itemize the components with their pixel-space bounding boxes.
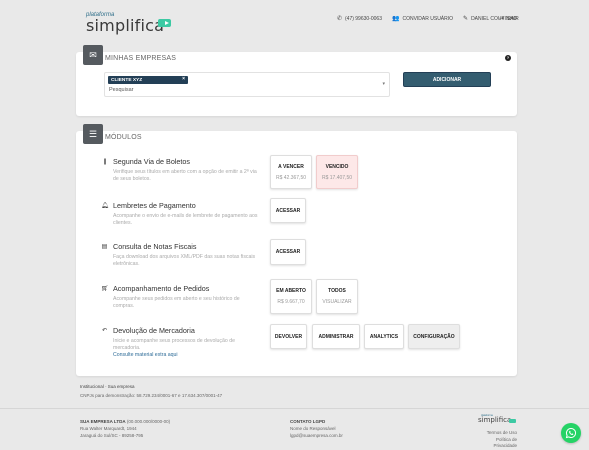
tile-a-vencer[interactable]: A VENCER R$ 42.367,50	[270, 155, 312, 189]
company-select[interactable]: CLIENTE XYZ × Pesquisar ▾	[104, 72, 390, 97]
tile-label: A VENCER	[278, 163, 304, 170]
module-description: Acompanhe o envio de e-mails de lembrete…	[113, 213, 258, 226]
tile-devolver[interactable]: DEVOLVER	[270, 324, 307, 349]
company-city: Jaraguá do Sul/SC - 89258-795	[80, 433, 144, 438]
module-title: Devolução de Mercadoria	[113, 326, 195, 335]
tile-label: ADMINISTRAR	[318, 333, 354, 340]
company-search-input[interactable]: Pesquisar	[109, 87, 133, 93]
module-devolucao: ↶ Devolução de Mercadoria Inicie e acomp…	[101, 326, 261, 359]
logout-icon: ⇥	[499, 16, 505, 22]
tile-vencido[interactable]: VENCIDO R$ 17.407,50	[316, 155, 358, 189]
module-description: Inicie e acompanhe seus processos de dev…	[113, 338, 235, 351]
tile-value: R$ 42.367,50	[275, 174, 307, 181]
tile-label: EM ABERTO	[276, 288, 306, 294]
company-name: SUA EMPRESA LTDA	[80, 419, 126, 424]
tile-configuracao[interactable]: CONFIGURAÇÃO	[408, 324, 460, 349]
bell-icon: 🔔︎	[101, 203, 109, 209]
companies-card: ✉ MINHAS EMPRESAS ? CLIENTE XYZ × Pesqui…	[76, 45, 517, 116]
lgpd-email[interactable]: lgpd@suaempresa.com.br	[290, 432, 343, 439]
module-description: Verifique seus títulos em aberto com a o…	[113, 169, 257, 182]
institutional-link[interactable]: Institucional	[80, 384, 104, 389]
tile-label: DEVOLVER	[274, 333, 303, 340]
terms-link[interactable]: Termos de Uso	[484, 430, 517, 437]
barcode-icon: |||	[103, 158, 107, 165]
return-icon: ↶	[101, 328, 108, 334]
tile-administrar[interactable]: ADMINISTRAR	[312, 324, 360, 349]
tile-label: ACESSAR	[275, 207, 301, 214]
pencil-icon: ✎	[463, 16, 469, 22]
document-icon: ▤	[101, 244, 108, 250]
logout-label: SAIR	[507, 15, 519, 22]
companies-title: MINHAS EMPRESAS	[105, 55, 177, 62]
modules-title: MÓDULOS	[105, 134, 142, 141]
phone-link[interactable]: ✆ (47) 99630-0063	[336, 15, 382, 23]
extra-material-link[interactable]: Consulte material extra aqui	[113, 352, 261, 359]
module-lembretes: 🔔︎ Lembretes de Pagamento Acompanhe o en…	[101, 201, 261, 227]
tile-todos[interactable]: TODOS VISUALIZAR	[316, 279, 358, 314]
module-boletos: ||| Segunda Via de Boletos Verifique seu…	[101, 157, 261, 183]
add-company-button[interactable]: ADICIONAR	[403, 72, 491, 87]
company-link[interactable]: Sua empresa	[108, 384, 135, 389]
tile-acessar-lembretes[interactable]: ACESSAR	[270, 198, 306, 223]
module-title: Consulta de Notas Fiscais	[113, 242, 197, 251]
invite-user-label: CONVIDAR USUÁRIO	[402, 15, 454, 22]
menu-icon: ☰	[83, 124, 103, 144]
company-street: Rua Walter Marquardt, 1944	[80, 426, 137, 431]
logo-arrow-icon	[158, 19, 171, 27]
module-description: Faça download dos arquivos XML/PDF das s…	[113, 254, 256, 267]
tile-value: R$ 9.667,70	[277, 299, 305, 305]
phone-number: (47) 99630-0063	[345, 15, 382, 22]
company-tag-label: CLIENTE XYZ	[111, 77, 143, 83]
phone-icon: ✆	[336, 16, 342, 22]
tile-analytics[interactable]: ANALYTICS	[364, 324, 404, 349]
footer-logo: simplifica	[478, 416, 512, 424]
tile-value: VISUALIZAR	[322, 299, 352, 305]
footer-links: Termos de Uso Política de Privacidade	[484, 430, 517, 450]
company-tag: CLIENTE XYZ ×	[108, 76, 188, 84]
whatsapp-icon	[565, 427, 577, 439]
whatsapp-button[interactable]	[561, 423, 581, 443]
demo-cnpj-text: CNPJs para demonstração: 58.729.234/0001…	[80, 393, 223, 398]
logo-name: simplifica	[86, 16, 165, 35]
tile-label: TODOS	[328, 288, 346, 294]
remove-tag-icon[interactable]: ×	[182, 76, 185, 82]
tile-acessar-notas[interactable]: ACESSAR	[270, 239, 306, 265]
tile-label: ANALYTICS	[369, 333, 399, 340]
module-notas-fiscais: ▤ Consulta de Notas Fiscais Faça downloa…	[101, 242, 261, 268]
footer-lgpd: CONTATO LGPD Nome do Responsável lgpd@su…	[290, 418, 343, 439]
users-icon: 👥	[391, 16, 400, 22]
module-title: Lembretes de Pagamento	[113, 201, 196, 210]
envelope-icon: ✉	[83, 45, 103, 65]
footer-divider	[0, 408, 589, 409]
module-pedidos: 🛒︎ Acompanhamento de Pedidos Acompanhe s…	[101, 284, 261, 310]
tile-em-aberto[interactable]: EM ABERTO R$ 9.667,70	[270, 279, 312, 314]
institutional-breadcrumb: Institucional - Sua empresa	[80, 384, 135, 389]
tile-label: CONFIGURAÇÃO	[413, 333, 455, 340]
footer-logo-arrow-icon	[509, 419, 516, 423]
module-description: Acompanhe seus pedidos em aberto e seu h…	[113, 296, 240, 309]
module-title: Acompanhamento de Pedidos	[113, 284, 210, 293]
modules-card: ☰ MÓDULOS ||| Segunda Via de Boletos Ver…	[76, 124, 517, 376]
lgpd-name: Nome do Responsável	[290, 426, 336, 431]
tile-label: ACESSAR	[275, 249, 301, 255]
tile-label: VENCIDO	[325, 163, 349, 170]
privacy-link[interactable]: Política de Privacidade	[484, 437, 517, 450]
help-icon[interactable]: ?	[505, 55, 511, 61]
chevron-down-icon[interactable]: ▾	[382, 81, 385, 87]
invite-user-link[interactable]: 👥 CONVIDAR USUÁRIO	[391, 15, 454, 23]
top-nav: ✆ (47) 99630-0063 👥 CONVIDAR USUÁRIO ✎ D…	[336, 15, 517, 23]
module-title: Segunda Via de Boletos	[113, 157, 190, 166]
tile-value: R$ 17.407,50	[321, 174, 353, 181]
lgpd-title: CONTATO LGPD	[290, 419, 326, 424]
header: plataforma simplifica ✆ (47) 99630-0063 …	[0, 0, 589, 42]
company-cnpj: (00.000.000/0000-00)	[125, 419, 171, 424]
footer-company: SUA EMPRESA LTDA (00.000.000/0000-00) Ru…	[80, 418, 170, 439]
cart-icon: 🛒︎	[101, 286, 109, 292]
logout-link[interactable]: ⇥ SAIR	[499, 15, 519, 23]
